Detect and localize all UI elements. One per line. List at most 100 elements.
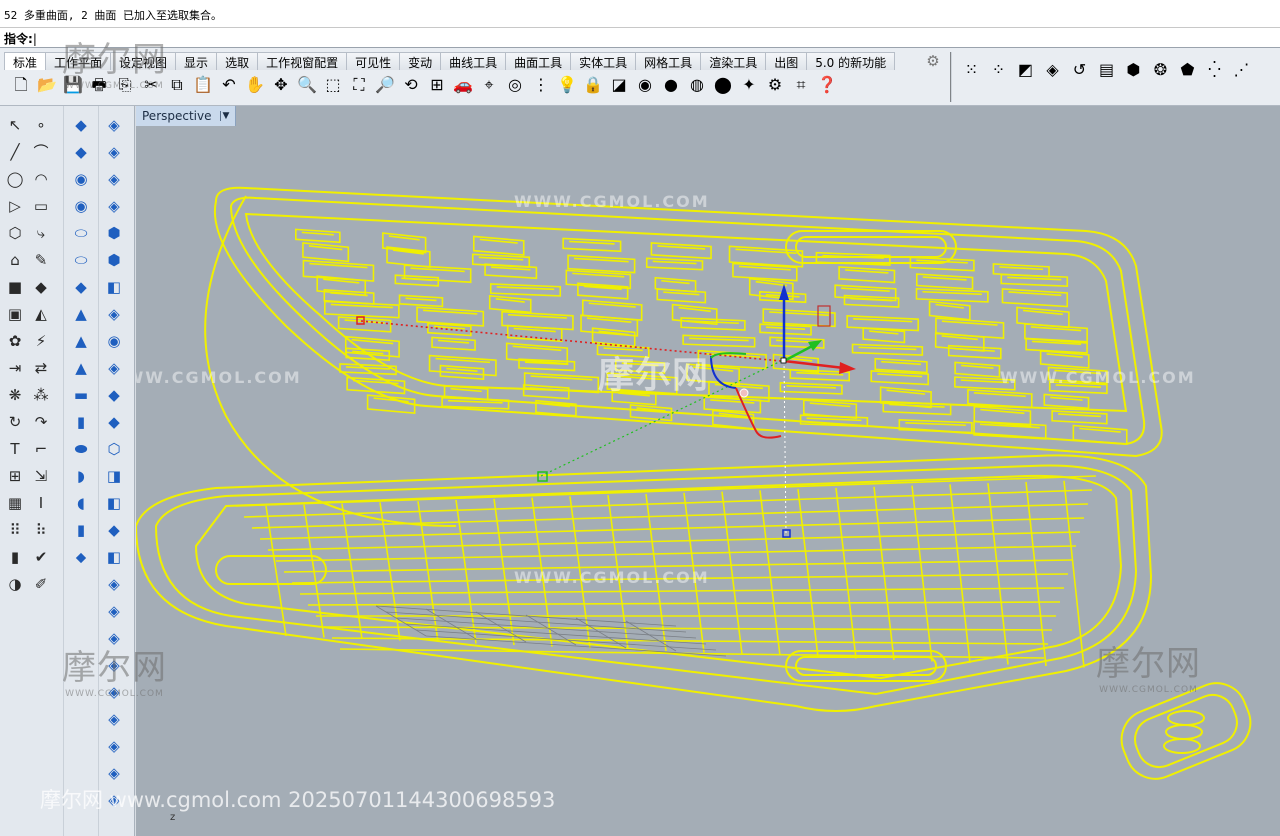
shaded-sphere-icon[interactable]: ● [658,73,684,97]
gear-options-icon[interactable]: ⚙ [762,73,788,97]
tool-icon[interactable]: ◈ [101,112,127,139]
zoom-window-icon[interactable]: ⬚ [320,73,346,97]
tool-icon[interactable]: ◗ [68,463,94,490]
tool-icon[interactable]: ◭ [28,301,54,328]
tab-9[interactable]: 曲面工具 [505,52,572,70]
command-input-caret[interactable]: | [33,32,37,46]
tool-icon[interactable]: ↻ [2,409,28,436]
tool-icon[interactable]: ↷ [28,409,54,436]
tool-icon[interactable]: ⌐ [28,436,54,463]
tab-7[interactable]: 变动 [399,52,442,70]
tool-icon[interactable]: ◈ [101,571,127,598]
tab-5[interactable]: 工作视窗配置 [257,52,348,70]
tool-icon[interactable]: ▬ [68,382,94,409]
tab-11[interactable]: 网格工具 [635,52,702,70]
zoom-extents-icon[interactable]: ⛶ [346,73,372,97]
tool-icon[interactable]: ▮ [68,517,94,544]
tool-icon[interactable]: ✎ [28,247,54,274]
tool-icon[interactable]: ◈ [101,598,127,625]
tool-icon[interactable]: ⇄ [28,355,54,382]
tab-10[interactable]: 实体工具 [570,52,637,70]
tool-icon[interactable]: ⬡ [101,436,127,463]
tool-icon[interactable]: ▣ [2,301,28,328]
tool-icon[interactable]: ▲ [68,355,94,382]
tool-icon[interactable]: ◉ [101,328,127,355]
points-off-icon[interactable]: ⁘ [985,58,1012,82]
tab-13[interactable]: 出图 [765,52,808,70]
tool-icon[interactable]: ⠿ [2,517,28,544]
tool-icon[interactable]: ◆ [101,517,127,544]
gear-icon[interactable]: ⚙ [924,52,942,70]
tool-icon[interactable]: ⠷ [28,517,54,544]
tool-icon[interactable]: ▲ [68,301,94,328]
tool-icon[interactable]: ◨ [101,463,127,490]
tool-icon[interactable]: ✐ [28,571,54,598]
tool-icon[interactable]: ▷ [2,193,28,220]
tool-icon[interactable]: ▦ [2,490,28,517]
zoom-icon[interactable]: 🔍 [294,73,320,97]
text-block-icon[interactable]: ▤ [1093,58,1120,82]
tool-icon[interactable]: ▮ [68,409,94,436]
tool-icon[interactable]: ◈ [101,301,127,328]
help-icon[interactable]: ❓ [814,73,840,97]
tool-icon[interactable]: ◈ [101,760,127,787]
perspective-viewport[interactable]: Perspective ▼ WWW.CGMOL.COM WWW.CGMOL.CO… [136,106,1280,836]
paste-icon[interactable]: 📋 [190,73,216,97]
new-file-icon[interactable]: 🗋 [8,73,34,97]
tool-icon[interactable]: ⬢ [101,220,127,247]
tool-icon[interactable]: ⬢ [101,247,127,274]
point-cloud-icon[interactable]: ⁙ [958,58,985,82]
layer-icon[interactable]: ◪ [606,73,632,97]
tool-icon[interactable]: ⇥ [2,355,28,382]
tool-icon[interactable]: ◉ [68,166,94,193]
tool-icon[interactable]: ◈ [101,193,127,220]
move-view-icon[interactable]: ✥ [268,73,294,97]
color-wheel-icon[interactable]: ◉ [632,73,658,97]
target-icon[interactable]: ◎ [502,73,528,97]
zoom-selected-icon[interactable]: 🔎 [372,73,398,97]
tool-icon[interactable]: ■ [2,274,28,301]
tool-icon[interactable]: ◧ [101,274,127,301]
tool-icon[interactable]: ⬥ [68,544,94,571]
tool-icon[interactable]: ◆ [101,382,127,409]
lock-icon[interactable]: 🔒 [580,73,606,97]
gumball-icon[interactable]: ✦ [736,73,762,97]
tool-icon[interactable]: ◑ [2,571,28,598]
render-sphere-icon[interactable]: ◍ [684,73,710,97]
pan-hand-icon[interactable]: ✋ [242,73,268,97]
viewport-title-tab[interactable]: Perspective ▼ [136,106,237,126]
tool-icon[interactable]: ◠ [28,166,54,193]
tool-icon[interactable]: ⬬ [68,436,94,463]
tool-icon[interactable]: ◈ [101,166,127,193]
tab-8[interactable]: 曲线工具 [440,52,507,70]
tool-icon[interactable]: ◆ [68,139,94,166]
car-icon[interactable]: 🚗 [450,73,476,97]
tool-icon[interactable]: ◉ [68,193,94,220]
color-balls-icon[interactable]: ❂ [1147,58,1174,82]
tab-0[interactable]: 标准 [4,52,47,70]
tool-icon[interactable]: I [28,490,54,517]
open-folder-icon[interactable]: 📂 [34,73,60,97]
tool-icon[interactable]: ◈ [101,355,127,382]
tool-icon[interactable]: ◆ [68,274,94,301]
tag-icon[interactable]: ⬟ [1174,58,1201,82]
tool-icon[interactable]: ◯ [2,166,28,193]
tool-icon[interactable]: ✿ [2,328,28,355]
tool-icon[interactable]: ⌒ [28,139,54,166]
light-bulb-icon[interactable]: 💡 [554,73,580,97]
tool-icon[interactable]: ⌂ [2,247,28,274]
tool-icon[interactable]: ◆ [68,112,94,139]
properties-icon[interactable]: ⌗ [788,73,814,97]
tool-icon[interactable]: ◧ [101,544,127,571]
tool-icon[interactable]: ⁂ [28,382,54,409]
four-views-icon[interactable]: ⊞ [424,73,450,97]
tool-icon[interactable]: ◈ [101,139,127,166]
curve-arrow-icon[interactable]: ↺ [1066,58,1093,82]
tool-icon[interactable]: ▲ [68,328,94,355]
blue-sphere-icon[interactable]: ⬤ [710,73,736,97]
dots-icon[interactable]: ⁛ [1201,58,1228,82]
tool-icon[interactable]: ⊞ [2,463,28,490]
undo-icon[interactable]: ↶ [216,73,242,97]
chevron-down-icon[interactable]: ▼ [219,111,229,121]
tab-14[interactable]: 5.0 的新功能 [806,52,896,70]
